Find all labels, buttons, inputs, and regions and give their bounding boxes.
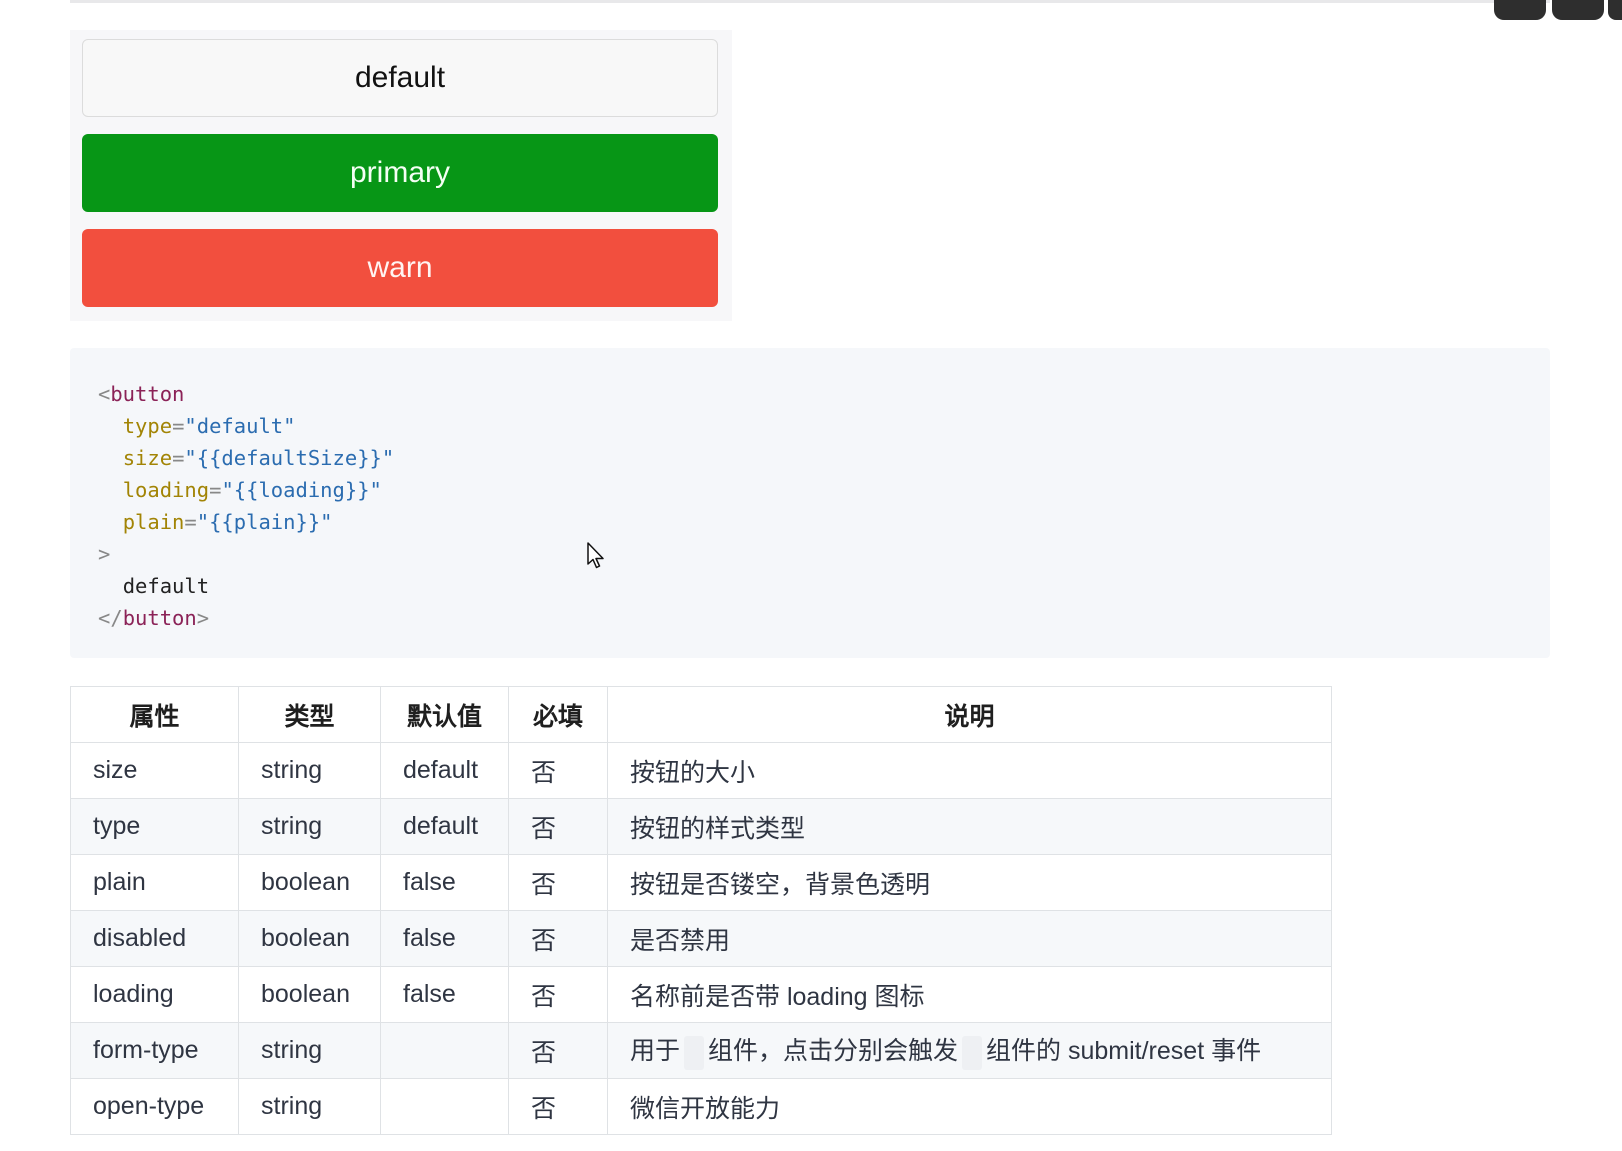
table-cell: 否: [508, 798, 608, 855]
code-attr: type: [122, 414, 173, 438]
table-cell: false: [380, 854, 509, 911]
code-block: <button type="default" size="{{defaultSi…: [70, 348, 1550, 658]
table-cell: disabled: [70, 910, 239, 967]
code-tag: button: [122, 606, 197, 630]
table-cell: 名称前是否带 loading 图标: [607, 966, 1332, 1023]
table-cell: 否: [508, 1078, 608, 1135]
code-punct: =: [172, 446, 185, 470]
table-row: loading boolean false 否 名称前是否带 loading 图…: [70, 966, 1332, 1023]
page: default primary warn <button type="defau…: [0, 0, 1622, 1151]
table-cell: 否: [508, 1022, 608, 1079]
code-line: </button>: [98, 602, 1522, 634]
table-cell: string: [238, 798, 381, 855]
table-header: 属性: [70, 686, 239, 743]
warn-button[interactable]: warn: [82, 229, 718, 307]
table-cell: size: [70, 742, 239, 799]
table-cell: 否: [508, 854, 608, 911]
code-punct: =: [209, 478, 222, 502]
code-line: >: [98, 538, 1522, 570]
table-cell: 按钮的样式类型: [607, 798, 1332, 855]
table-row: size string default 否 按钮的大小: [70, 742, 1332, 799]
table-cell: 按钮是否镂空，背景色透明: [607, 854, 1332, 911]
code-punct: >: [98, 542, 111, 566]
code-line: type="default": [98, 410, 1522, 442]
code-punct: =: [172, 414, 185, 438]
table-cell: 按钮的大小: [607, 742, 1332, 799]
code-line: loading="{{loading}}": [98, 474, 1522, 506]
code-string: "{{plain}}": [196, 510, 333, 534]
table-row: form-type string 否 用于 组件，点击分别会触发 组件的 submi…: [70, 1022, 1332, 1079]
primary-button[interactable]: primary: [82, 134, 718, 212]
table-cell: default: [380, 798, 509, 855]
button-demo-preview: default primary warn: [70, 30, 732, 321]
floating-control-button[interactable]: [1608, 0, 1622, 20]
code-punct: <: [98, 382, 111, 406]
code-punct: </: [98, 606, 123, 630]
table-cell: boolean: [238, 966, 381, 1023]
table-cell: string: [238, 742, 381, 799]
table-header: 说明: [607, 686, 1332, 743]
table-row: open-type string 否 微信开放能力: [70, 1078, 1332, 1135]
table-cell: string: [238, 1022, 381, 1079]
table-cell: 否: [508, 742, 608, 799]
table-cell: 否: [508, 910, 608, 967]
floating-control-button[interactable]: [1552, 0, 1604, 20]
table-cell: boolean: [238, 910, 381, 967]
code-line: plain="{{plain}}": [98, 506, 1522, 538]
floating-control-button[interactable]: [1494, 0, 1546, 20]
table-cell: string: [238, 1078, 381, 1135]
table-cell: boolean: [238, 854, 381, 911]
floating-controls: [1494, 0, 1622, 22]
table-cell: [380, 1078, 509, 1135]
code-attr: loading: [122, 478, 210, 502]
inline-code: [962, 1035, 983, 1070]
description-text: 组件，点击分别会触发: [708, 1037, 959, 1066]
default-button[interactable]: default: [82, 39, 718, 117]
code-line: default: [98, 570, 1522, 602]
code-punct: >: [196, 606, 210, 630]
description-text: 组件的 submit/reset 事件: [986, 1037, 1262, 1066]
code-line: <button: [98, 378, 1522, 410]
table-cell: 微信开放能力: [607, 1078, 1332, 1135]
inline-code: [684, 1035, 705, 1070]
table-header-row: 属性 类型 默认值 必填 说明: [70, 686, 1332, 743]
table-cell: false: [380, 910, 509, 967]
code-string: "{{defaultSize}}": [184, 446, 395, 470]
code-text: default: [122, 574, 210, 598]
description-text: 用于: [630, 1037, 681, 1066]
table-cell: loading: [70, 966, 239, 1023]
table-row: plain boolean false 否 按钮是否镂空，背景色透明: [70, 854, 1332, 911]
mouse-cursor-icon: [587, 542, 604, 569]
table-cell: plain: [70, 854, 239, 911]
code-line: size="{{defaultSize}}": [98, 442, 1522, 474]
table-row: type string default 否 按钮的样式类型: [70, 798, 1332, 855]
table-cell: [380, 1022, 509, 1079]
table-cell: 是否禁用: [607, 910, 1332, 967]
code-string: "{{loading}}": [221, 478, 382, 502]
table-cell: 用于 组件，点击分别会触发 组件的 submit/reset 事件: [607, 1022, 1332, 1079]
code-tag: button: [110, 382, 185, 406]
code-punct: =: [184, 510, 197, 534]
props-table: 属性 类型 默认值 必填 说明 size string default 否 按钮…: [70, 686, 1332, 1135]
table-row: disabled boolean false 否 是否禁用: [70, 910, 1332, 967]
table-header: 类型: [238, 686, 381, 743]
table-header: 必填: [508, 686, 608, 743]
table-cell: false: [380, 966, 509, 1023]
table-cell: default: [380, 742, 509, 799]
table-cell: open-type: [70, 1078, 239, 1135]
code-string: "default": [184, 414, 296, 438]
table-cell: form-type: [70, 1022, 239, 1079]
top-divider: [70, 0, 1550, 3]
table-cell: 否: [508, 966, 608, 1023]
table-cell: type: [70, 798, 239, 855]
table-header: 默认值: [380, 686, 509, 743]
code-attr: size: [122, 446, 173, 470]
code-attr: plain: [122, 510, 185, 534]
